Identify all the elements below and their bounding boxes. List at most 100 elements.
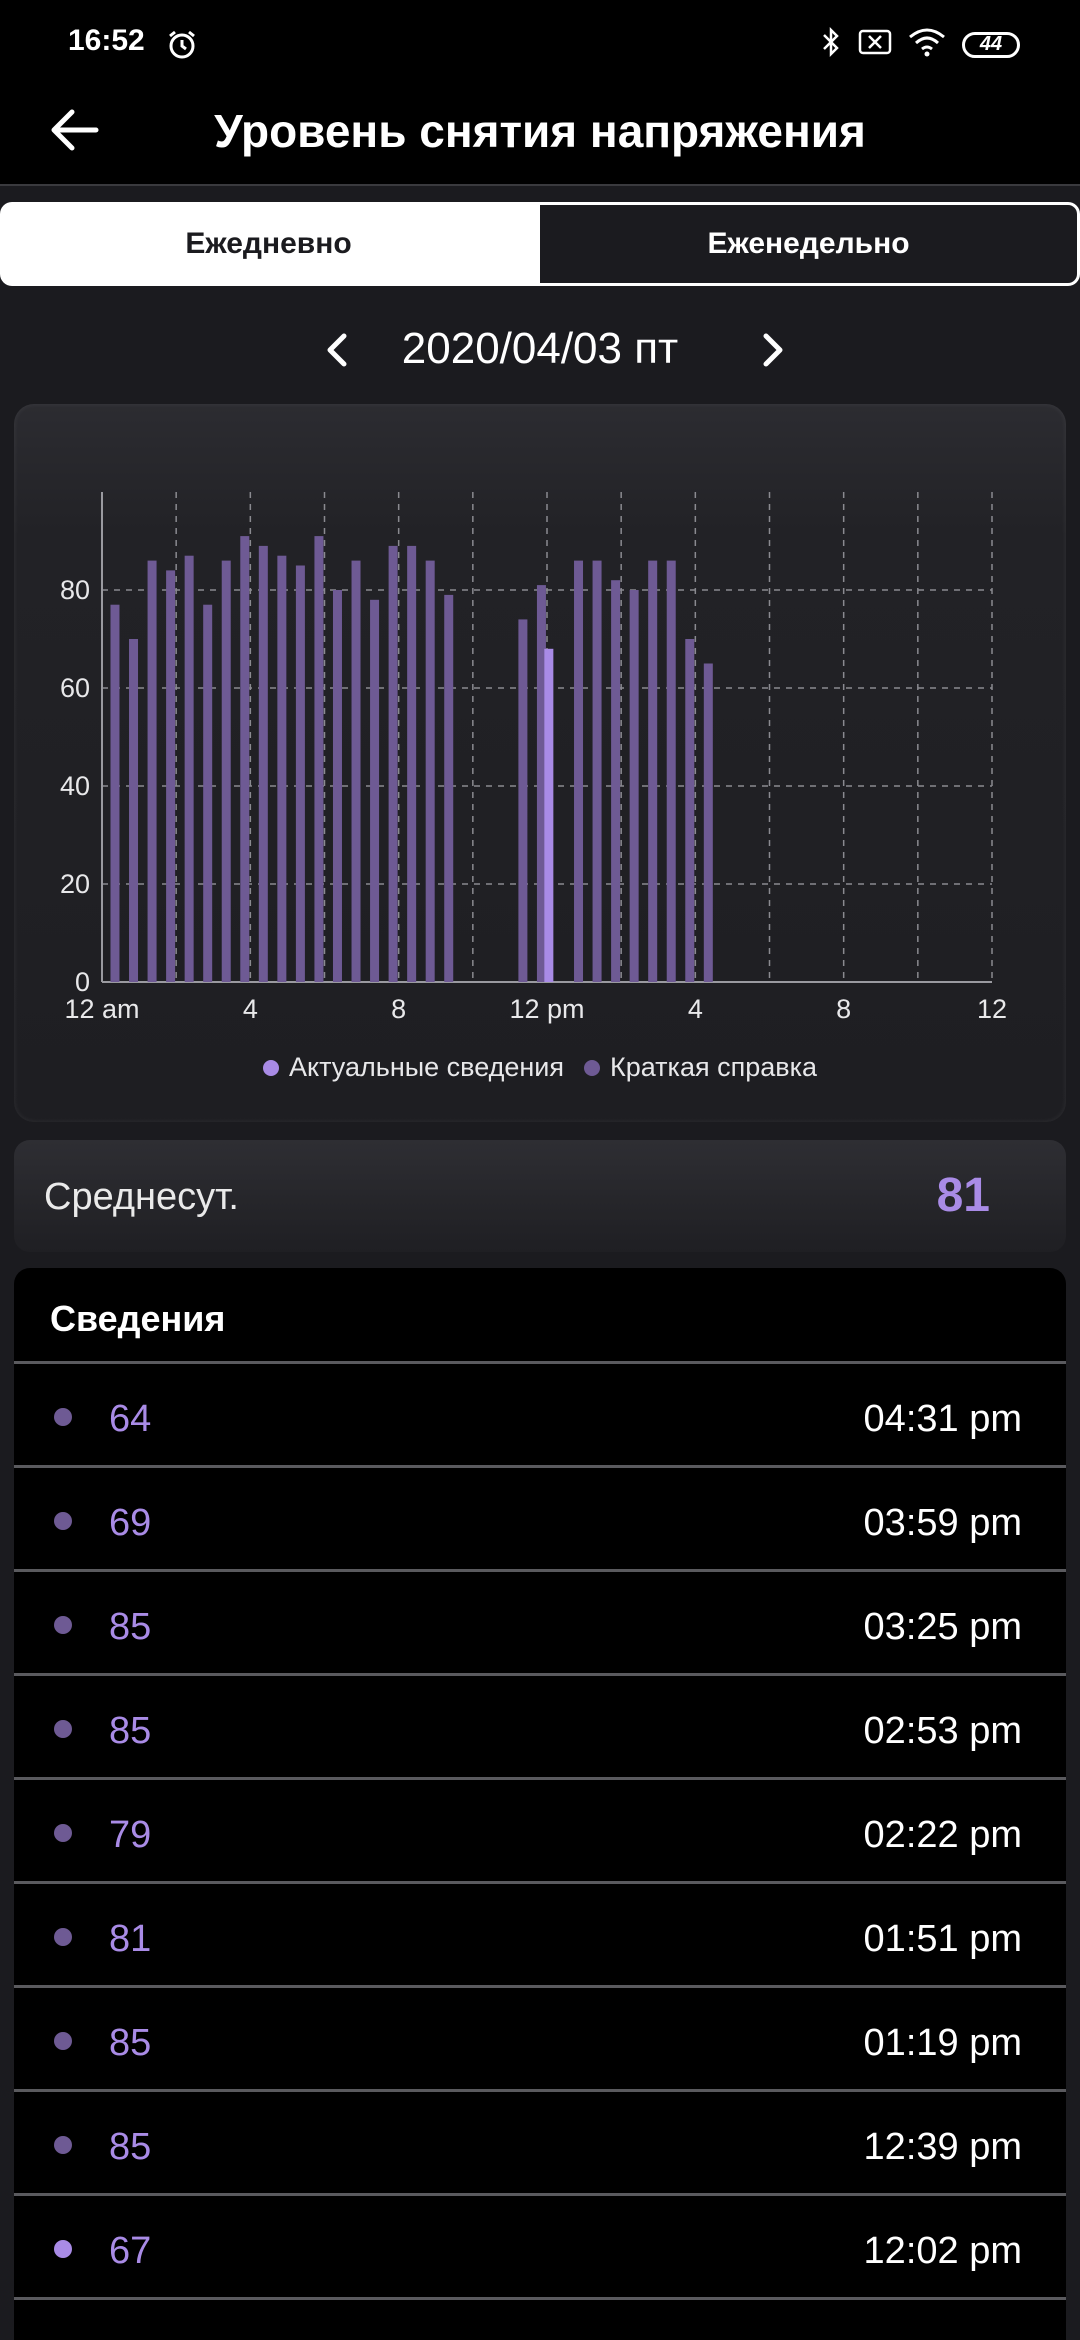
bar-summary [703,663,713,982]
bar-summary [314,536,324,982]
list-item-value: 85 [109,1710,152,1752]
legend-dot-current [262,1059,279,1076]
list-item-value: 69 [109,1502,152,1544]
app-bar: Уровень снятия напряжения [0,72,1080,186]
list-item-dot [54,1824,72,1842]
bar-summary [574,560,584,982]
list-item[interactable]: 85 03:25 pm [14,1572,1066,1676]
sim-blocked-icon [858,29,892,60]
bar-summary [147,560,157,982]
x-tick-label: 8 [391,994,406,1024]
bar-summary [648,560,658,982]
status-time: 16:52 [68,24,145,57]
status-icons: 44 [820,26,1020,63]
bar-summary [110,604,120,982]
x-tick-label: 12 pm [509,994,584,1024]
list-item-dot [54,2032,72,2050]
bar-summary [332,590,342,982]
list-item[interactable]: 69 03:59 pm [14,1468,1066,1572]
stress-relief-chart: 0 20 40 60 80 12 am 4 8 12 pm 4 8 12 [60,492,1007,1024]
bar-summary [444,594,454,982]
legend-item-summary: Краткая справка [584,1052,817,1083]
y-tick-label: 60 [60,673,90,703]
y-tick-label: 0 [75,967,90,997]
x-tick-label: 4 [243,994,258,1024]
bar-current [544,648,554,982]
details-list: Сведения 64 04:31 pm 69 03:59 pm 85 03:25 pm 8… [14,1268,1066,2340]
list-item-time: 01:51 pm [863,1918,1022,1960]
list-item[interactable]: 64 04:31 pm [14,1364,1066,1468]
bar-summary [370,599,380,982]
bar-summary [129,639,139,982]
details-title: Сведения [14,1268,1066,1364]
x-tick-label: 12 [977,994,1007,1024]
bar-summary [407,545,417,982]
list-item-dot [54,1512,72,1530]
y-tick-label: 80 [60,575,90,605]
daily-average-label: Среднесут. [44,1176,239,1218]
chart-card: 0 20 40 60 80 12 am 4 8 12 pm 4 8 12 Актуальные све… [14,404,1066,1122]
chevron-right-icon [763,333,783,367]
list-item-value: 67 [109,2230,152,2272]
bar-summary [184,555,194,982]
list-item-value: 85 [109,2022,152,2064]
list-item-time: 12:39 pm [863,2126,1022,2168]
list-item-time: 02:53 pm [863,1710,1022,1752]
list-item-time: 04:31 pm [863,1398,1022,1440]
page-title: Уровень снятия напряжения [214,105,866,157]
list-item-time: 03:59 pm [863,1502,1022,1544]
legend-item-current: Актуальные сведения [262,1052,564,1083]
battery-icon: 44 [962,31,1020,58]
current-date: 2020/04/03 пт [401,324,679,373]
bar-summary [240,536,250,982]
bar-summary [351,560,361,982]
date-navigation: 2020/04/03 пт [0,310,1080,390]
next-day-button[interactable] [750,324,794,376]
list-item[interactable]: 85 02:53 pm [14,1676,1066,1780]
x-tick-label: 4 [688,994,703,1024]
list-item[interactable]: 79 02:22 pm [14,1780,1066,1884]
legend-label-current: Актуальные сведения [288,1052,564,1082]
tab-daily[interactable]: Ежедневно [0,202,537,286]
bar-summary [166,570,176,982]
period-tabs: Ежедневно Еженедельно [0,202,1080,286]
bar-summary [221,560,231,982]
status-bar: 16:52 44 [0,0,1080,72]
list-item-time: 02:22 pm [863,1814,1022,1856]
y-tick-label: 40 [60,771,90,801]
list-item-time: 03:25 pm [863,1606,1022,1648]
bar-summary [295,565,305,982]
bar-summary [258,545,268,982]
list-item-dot [54,1408,72,1426]
list-item[interactable]: 85 12:39 pm [14,2092,1066,2196]
y-tick-label: 20 [60,869,90,899]
bluetooth-icon [820,26,842,63]
list-item-dot [54,1616,72,1634]
list-item[interactable]: 67 12:02 pm [14,2196,1066,2300]
list-item-dot [54,1720,72,1738]
bar-summary [666,560,676,982]
alarm-icon [165,28,199,67]
bar-summary [518,619,528,982]
tab-weekly[interactable]: Еженедельно [537,202,1080,286]
bar-summary [388,545,398,982]
list-item-dot [54,1928,72,1946]
list-item[interactable]: 85 01:19 pm [14,1988,1066,2092]
bar-summary [203,604,213,982]
wifi-icon [908,27,946,62]
chart-legend: Актуальные сведения Краткая справка [14,1052,1066,1083]
x-tick-label: 8 [836,994,851,1024]
list-item-value: 81 [109,1918,152,1960]
x-tick-label: 12 am [64,994,139,1024]
list-item[interactable]: 81 01:51 pm [14,1884,1066,1988]
daily-average-value: 81 [936,1169,990,1222]
legend-dot-summary [584,1059,600,1076]
list-item-value: 85 [109,1606,152,1648]
list-item-value: 85 [109,2126,152,2168]
bar-summary [629,590,639,982]
bar-summary [592,560,602,982]
list-item-dot [54,2136,72,2154]
list-item-dot [54,2240,72,2258]
list-item-time: 01:19 pm [863,2022,1022,2064]
bar-summary [611,580,621,982]
